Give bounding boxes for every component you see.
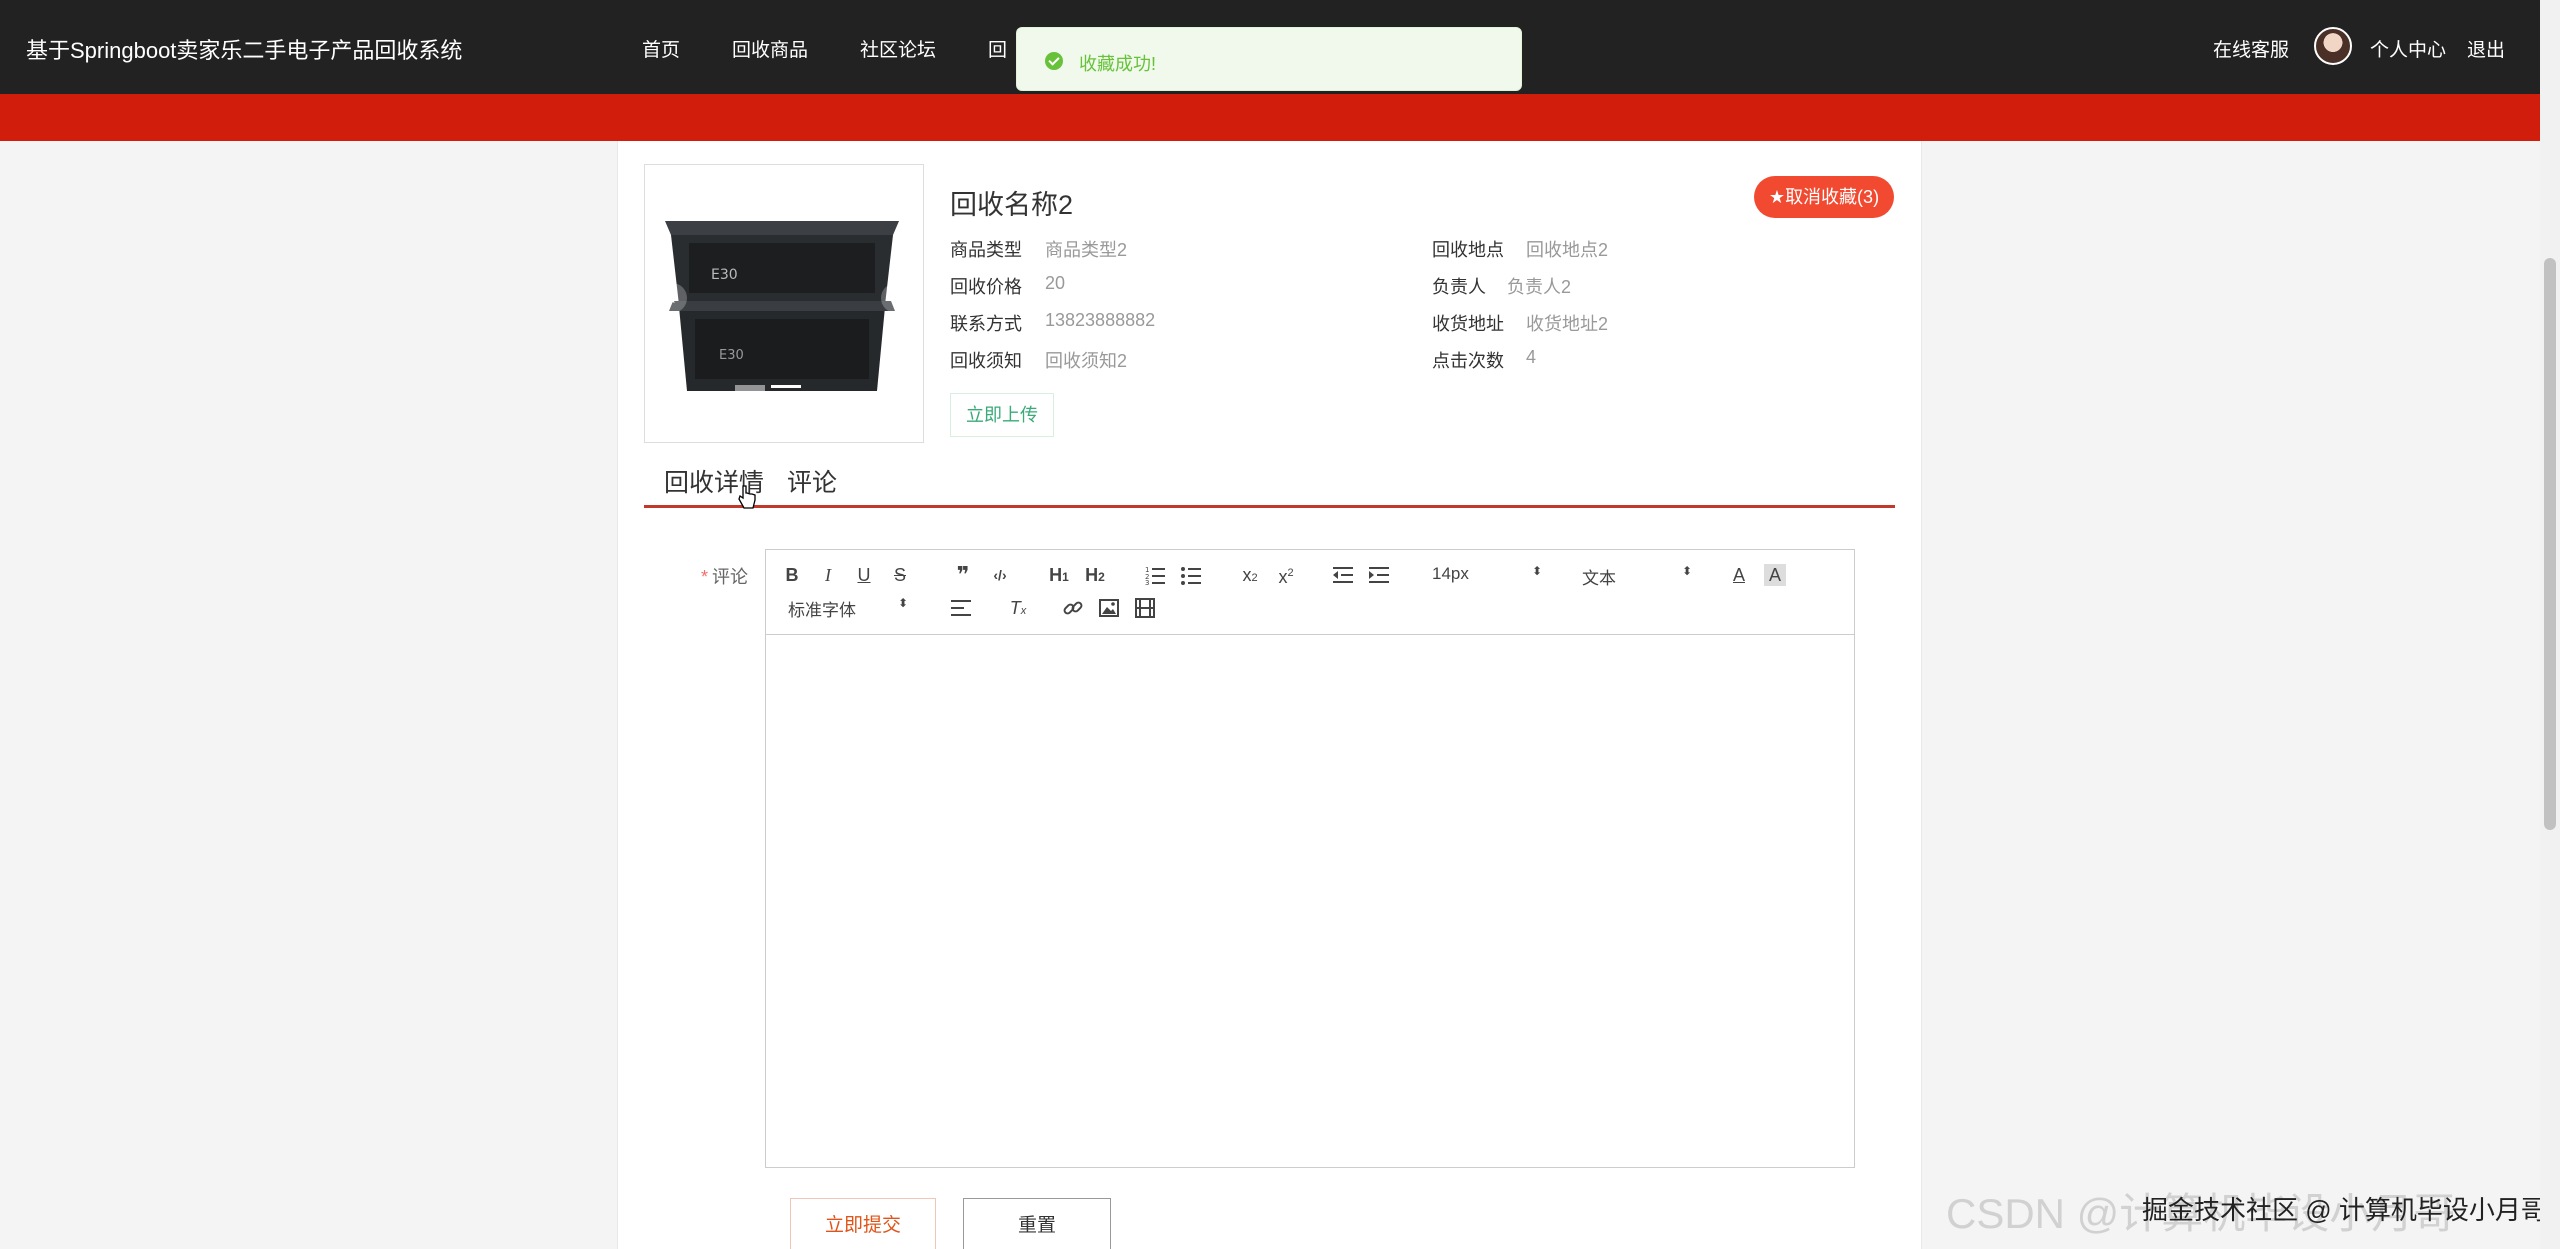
carousel-prev-button[interactable]: ‹ [657,283,687,313]
info-value-clicks: 4 [1526,347,1537,367]
image-icon[interactable] [1098,597,1120,619]
info-label-clicks: 点击次数 [1432,351,1504,371]
carousel-indicators[interactable] [735,385,835,391]
product-title: 回收名称2 [950,190,1074,220]
rich-text-editor[interactable]: B I U S ❞ ‹/› H1 H2 123 x2 x2 14px ⬍ 文本 … [765,549,1855,1168]
comment-field-label: * 评论 [701,563,748,589]
info-label-notice: 回收须知 [950,351,1022,371]
upload-button[interactable]: 立即上传 [950,393,1054,437]
info-value-manager: 负责人2 [1507,277,1572,297]
carousel-indicator[interactable] [771,385,801,388]
nav-recycle-goods[interactable]: 回收商品 [732,35,808,62]
success-toast: 收藏成功! [1016,27,1522,91]
product-carousel[interactable]: E30 E30 ‹ › [644,164,924,443]
svg-text:E30: E30 [719,348,744,363]
background-color-icon[interactable]: A [1764,564,1786,586]
strikethrough-icon[interactable]: S [890,564,910,586]
star-icon: ★ [1768,187,1786,207]
outdent-icon[interactable] [1332,564,1354,586]
svg-text:E30: E30 [711,267,738,283]
select-arrows-icon: ⬍ [1682,564,1693,578]
superscript-icon[interactable]: x2 [1274,562,1298,587]
info-value-notice: 回收须知2 [1045,351,1128,371]
carousel-indicator[interactable] [735,388,765,391]
blockquote-icon[interactable]: ❞ [952,564,974,586]
info-label-address: 收货地址 [1432,314,1504,334]
font-size-value: 14px [1432,564,1469,583]
site-title[interactable]: 基于Springboot卖家乐二手电子产品回收系统 [26,33,462,65]
info-label-price: 回收价格 [950,277,1022,297]
bold-icon[interactable]: B [782,564,802,586]
font-color-icon[interactable]: A [1728,564,1750,586]
text-style-select[interactable]: 文本 ⬍ [1582,564,1694,589]
avatar[interactable] [2314,27,2352,65]
info-value-location: 回收地点2 [1526,240,1609,260]
nav-home[interactable]: 首页 [642,35,680,62]
comment-label-text: 评论 [712,567,749,587]
underline-icon[interactable]: U [854,564,874,586]
svg-text:3: 3 [1145,579,1149,586]
indent-icon[interactable] [1368,564,1390,586]
nav-forum[interactable]: 社区论坛 [860,35,936,62]
heading2-icon[interactable]: H2 [1082,564,1108,586]
italic-icon[interactable]: I [818,564,838,586]
juejin-watermark: 掘金技术社区 @ 计算机毕设小月哥 [2142,1195,2547,1225]
info-label-manager: 负责人 [1432,277,1486,297]
bullet-list-icon[interactable] [1180,564,1202,586]
select-arrows-icon: ⬍ [898,596,909,610]
unfavorite-label: 取消收藏(3) [1785,187,1880,207]
subscript-icon[interactable]: x2 [1238,564,1262,586]
unfavorite-button[interactable]: ★取消收藏(3) [1754,176,1894,218]
tab-underline [644,505,1895,508]
nav-recycle-partial[interactable]: 回 [988,35,1007,62]
carousel-next-button[interactable]: › [881,283,911,313]
link-icon[interactable] [1062,597,1084,619]
select-arrows-icon: ⬍ [1532,564,1543,578]
ordered-list-icon[interactable]: 123 [1144,564,1166,586]
code-block-icon[interactable]: ‹/› [988,564,1012,586]
font-size-select[interactable]: 14px ⬍ [1432,564,1544,584]
scrollbar-thumb[interactable] [2544,258,2556,830]
heading1-icon[interactable]: H1 [1046,564,1072,586]
banner-strip [0,94,2540,141]
text-style-value: 文本 [1582,569,1616,588]
font-family-select[interactable]: 标准字体 ⬍ [788,596,912,621]
personal-center-link[interactable]: 个人中心 [2370,35,2446,62]
hand-cursor-icon [738,485,756,509]
info-label-type: 商品类型 [950,240,1022,260]
align-left-icon[interactable] [950,597,972,619]
info-label-location: 回收地点 [1432,240,1504,260]
product-image: E30 E30 [665,221,899,391]
check-circle-icon [1045,52,1063,70]
tab-comments[interactable]: 评论 [787,463,837,499]
required-mark: * [701,567,709,587]
info-value-address: 收货地址2 [1526,314,1609,334]
info-label-contact: 联系方式 [950,314,1022,334]
info-value-price: 20 [1045,273,1066,293]
online-service-link[interactable]: 在线客服 [2213,35,2289,62]
editor-toolbar: B I U S ❞ ‹/› H1 H2 123 x2 x2 14px ⬍ 文本 … [766,550,1854,635]
info-value-type: 商品类型2 [1045,240,1128,260]
toast-message: 收藏成功! [1079,54,1157,74]
font-family-value: 标准字体 [788,601,856,620]
submit-button[interactable]: 立即提交 [790,1198,936,1249]
clear-format-icon[interactable]: Tx [1006,597,1030,619]
reset-button[interactable]: 重置 [963,1198,1111,1249]
comment-editor-area[interactable] [766,636,1854,1167]
page-scrollbar[interactable] [2540,0,2560,1249]
logout-link[interactable]: 退出 [2467,35,2505,62]
video-icon[interactable] [1134,597,1156,619]
info-value-contact: 13823888882 [1045,310,1156,330]
